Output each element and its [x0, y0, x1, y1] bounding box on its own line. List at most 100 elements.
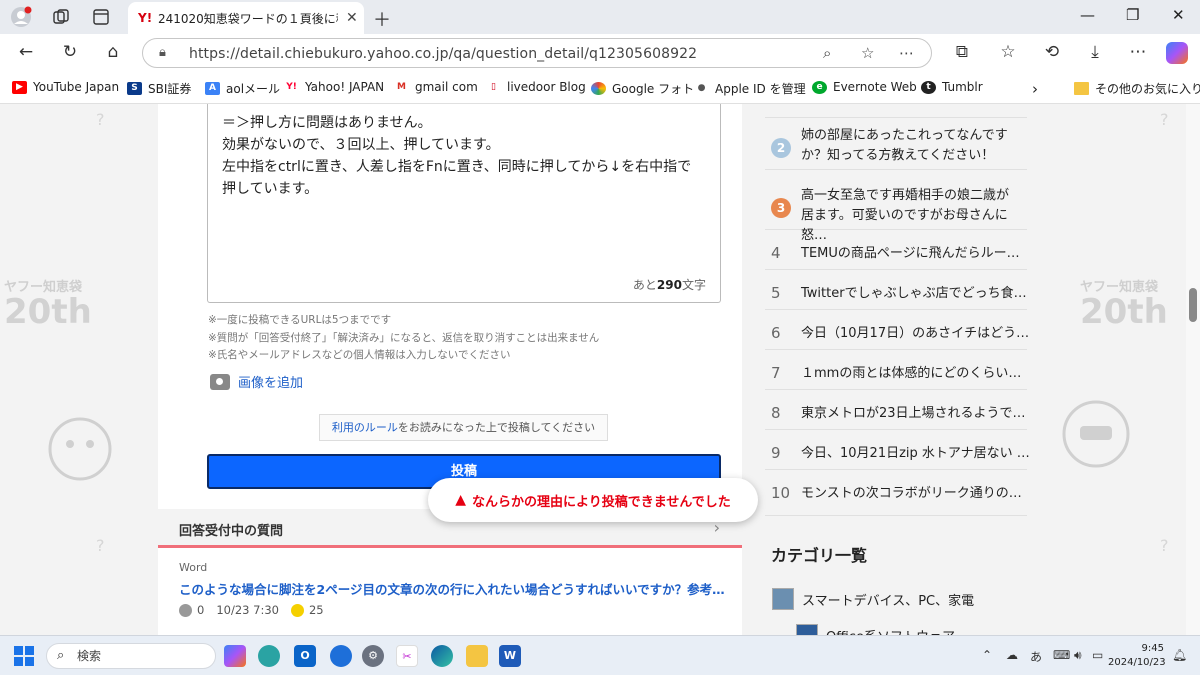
question-category: Word [179, 561, 208, 574]
ime-indicator[interactable]: あ [1030, 648, 1042, 665]
bookmark-youtube[interactable]: ▶ YouTube Japan [12, 80, 119, 94]
bookmark-evernote[interactable]: e Evernote Web [812, 80, 917, 94]
snipping-tool-icon[interactable]: ✂ [396, 645, 418, 667]
form-note: ※質問が「回答受付終了」「解決済み」になると、返信を取り消すことは出来ません [208, 332, 600, 344]
ranking-item[interactable]: 10 モンストの次コラボがリーク通りの… [765, 470, 1027, 516]
page-scrollbar[interactable] [1186, 104, 1200, 635]
ranking-item[interactable]: 9 今日、10月21日zip 水トアナ居ない … [765, 430, 1030, 470]
minimize-icon[interactable]: — [1080, 6, 1095, 24]
rank-number: 10 [771, 484, 791, 502]
bookmark-other-folder[interactable]: その他のお気に入り [1074, 80, 1200, 97]
weather-app-icon[interactable] [258, 645, 280, 667]
bookmark-livedoor[interactable]: ▯ livedoor Blog [486, 80, 586, 94]
refresh-icon[interactable]: ↻ [58, 42, 82, 62]
gmail-icon: M [394, 80, 409, 94]
settings-gear-icon[interactable]: ⚙ [362, 645, 384, 667]
copilot-app-icon[interactable] [224, 645, 246, 667]
ranking-item[interactable]: 2 姉の部屋にあったこれってなんですか？知ってる方教えてください！ [765, 118, 1027, 170]
counter-value: 290 [656, 278, 682, 292]
category-item[interactable]: Office系ソフトウェア [796, 624, 955, 635]
counter-suffix: 文字 [681, 278, 706, 292]
system-clock[interactable]: 9:45 2024/10/23 [1108, 642, 1166, 670]
file-explorer-icon[interactable] [466, 645, 488, 667]
close-tab-icon[interactable]: ✕ [346, 10, 358, 26]
bookmark-sbi[interactable]: S SBI証券 [127, 80, 191, 97]
ranking-row-divider [765, 104, 1027, 118]
downloads-icon[interactable]: ⤓ [1083, 42, 1107, 62]
more-options-circle-icon[interactable]: ⋯ [899, 44, 914, 62]
close-window-icon[interactable]: ✕ [1172, 6, 1185, 24]
edge-browser-icon[interactable] [431, 645, 453, 667]
question-link[interactable]: このような場合に脚注を2ページ目の文章の次の行に入れたい場合どうすればいいですか… [179, 579, 724, 598]
ranking-item[interactable]: 4 TEMUの商品ページに飛んだらルー… [765, 230, 1027, 270]
counter-prefix: あと [632, 278, 657, 292]
extensions-icon[interactable]: ⧉ [950, 42, 974, 62]
settings-more-icon[interactable]: ⋯ [1126, 42, 1150, 62]
word-icon[interactable]: W [499, 645, 521, 667]
bookmark-label: livedoor Blog [507, 80, 586, 94]
form-note: ※氏名やメールアドレスなどの個人情報は入力しないでください [208, 349, 511, 361]
input-settings-icon[interactable]: ⌨ [1053, 648, 1070, 662]
question-meta: 0 10/23 7:30 25 [179, 603, 324, 617]
outlook-icon[interactable]: O [294, 645, 316, 667]
bookmark-apple[interactable]: ● Apple ID を管理 [694, 80, 806, 97]
volume-icon[interactable]: 🔊︎ [1074, 648, 1082, 663]
ranking-item[interactable]: 8 東京メトロが23日上場されるようで… [765, 390, 1027, 430]
favorite-star-icon[interactable]: ☆ [861, 44, 874, 62]
back-icon[interactable]: ← [14, 42, 38, 62]
ranking-item[interactable]: 6 今日（10月17日）のあさイチはどう… [765, 310, 1029, 350]
category-item[interactable]: スマートデバイス、PC、家電 [772, 588, 974, 610]
taskbar-search[interactable]: ⌕ 検索 [46, 643, 216, 669]
bookmark-label: Evernote Web [833, 80, 917, 94]
quick-assist-icon[interactable] [330, 645, 352, 667]
ranking-item[interactable]: 5 Twitterでしゃぶしゃぶ店でどっち食… [765, 270, 1027, 310]
rules-link[interactable]: 利用のルール [332, 421, 398, 434]
search-placeholder: 検索 [77, 649, 102, 663]
bookmark-google-photos[interactable]: Google フォト [591, 80, 694, 97]
workspaces-icon[interactable] [50, 6, 72, 28]
bookmark-label: Yahoo! JAPAN [305, 80, 385, 94]
bookmark-label: Google フォト [612, 82, 695, 96]
ranking-title: モンストの次コラボがリーク通りの… [801, 486, 1022, 501]
favorites-icon[interactable]: ☆ [996, 42, 1020, 62]
zoom-search-icon[interactable]: ⌕ [823, 44, 831, 62]
history-icon[interactable]: ⟲ [1040, 42, 1064, 62]
add-image-button[interactable]: 画像を追加 [210, 372, 303, 391]
site-info-icon[interactable]: 🔒︎ [159, 45, 166, 60]
livedoor-icon: ▯ [486, 80, 501, 94]
battery-icon[interactable]: ▭ [1092, 648, 1103, 662]
onedrive-cloud-icon[interactable]: ☁ [1006, 648, 1018, 662]
rank-number: 9 [771, 444, 781, 462]
restore-icon[interactable]: ❐ [1126, 6, 1139, 24]
bookmarks-more-chevron-icon[interactable]: › [1032, 80, 1038, 98]
tab-actions-icon[interactable] [90, 6, 112, 28]
bookmark-yahoo[interactable]: Y! Yahoo! JAPAN [284, 80, 384, 94]
bookmark-label: gmail com [415, 80, 478, 94]
bookmark-aol[interactable]: Aaolメール [205, 80, 280, 97]
start-icon[interactable] [14, 646, 34, 670]
bookmark-gmail[interactable]: Mgmail com [394, 80, 478, 94]
address-bar[interactable]: 🔒︎ https://detail.chiebukuro.yahoo.co.jp… [142, 38, 932, 68]
answer-line: 押しています。 [222, 181, 319, 197]
tab-active[interactable]: Y! 241020知恵袋ワードの１頁後に移動 ✕ [128, 2, 364, 34]
rules-notice: 利用のルールをお読みになった上で投稿してください [319, 414, 608, 441]
deco-20th: 20th [1080, 292, 1168, 332]
answer-textarea[interactable]: ＝＞押し方に問題はありません。 効果がないので、３回以上、押しています。 左中指… [207, 104, 721, 303]
evernote-icon: e [812, 80, 827, 94]
home-icon[interactable]: ⌂ [101, 42, 125, 62]
notification-bell-icon[interactable]: 🔔︎ [1172, 648, 1187, 662]
ranking-item[interactable]: 7 １mmの雨とは体感的にどのくらい… [765, 350, 1027, 390]
show-hidden-icons-chevron-icon[interactable]: ⌃ [982, 648, 992, 662]
clock-date: 2024/10/23 [1108, 657, 1166, 668]
bookmark-tumblr[interactable]: t Tumblr [921, 80, 983, 94]
url-text[interactable]: https://detail.chiebukuro.yahoo.co.jp/qa… [189, 46, 697, 62]
ranking-list: 2 姉の部屋にあったこれってなんですか？知ってる方教えてください！ 3 高一女至… [765, 104, 1030, 524]
page-content: ? ヤフー知恵袋 20th ? ? ヤフー知恵袋 20th ? ＝＞押し方に問題… [0, 104, 1186, 635]
new-tab-button[interactable]: ＋ [373, 6, 391, 32]
form-note: ※一度に投稿できるURLは5つまでです [208, 314, 392, 326]
ranking-item[interactable]: 3 高一女至急です再婚相手の娘二歳が居ます。可愛いのですがお母さんに怒… [765, 170, 1027, 243]
scrollbar-thumb[interactable] [1189, 288, 1197, 322]
profile-icon[interactable] [10, 6, 32, 28]
category-label: Office系ソフトウェア [826, 626, 955, 636]
copilot-icon[interactable] [1166, 42, 1188, 64]
